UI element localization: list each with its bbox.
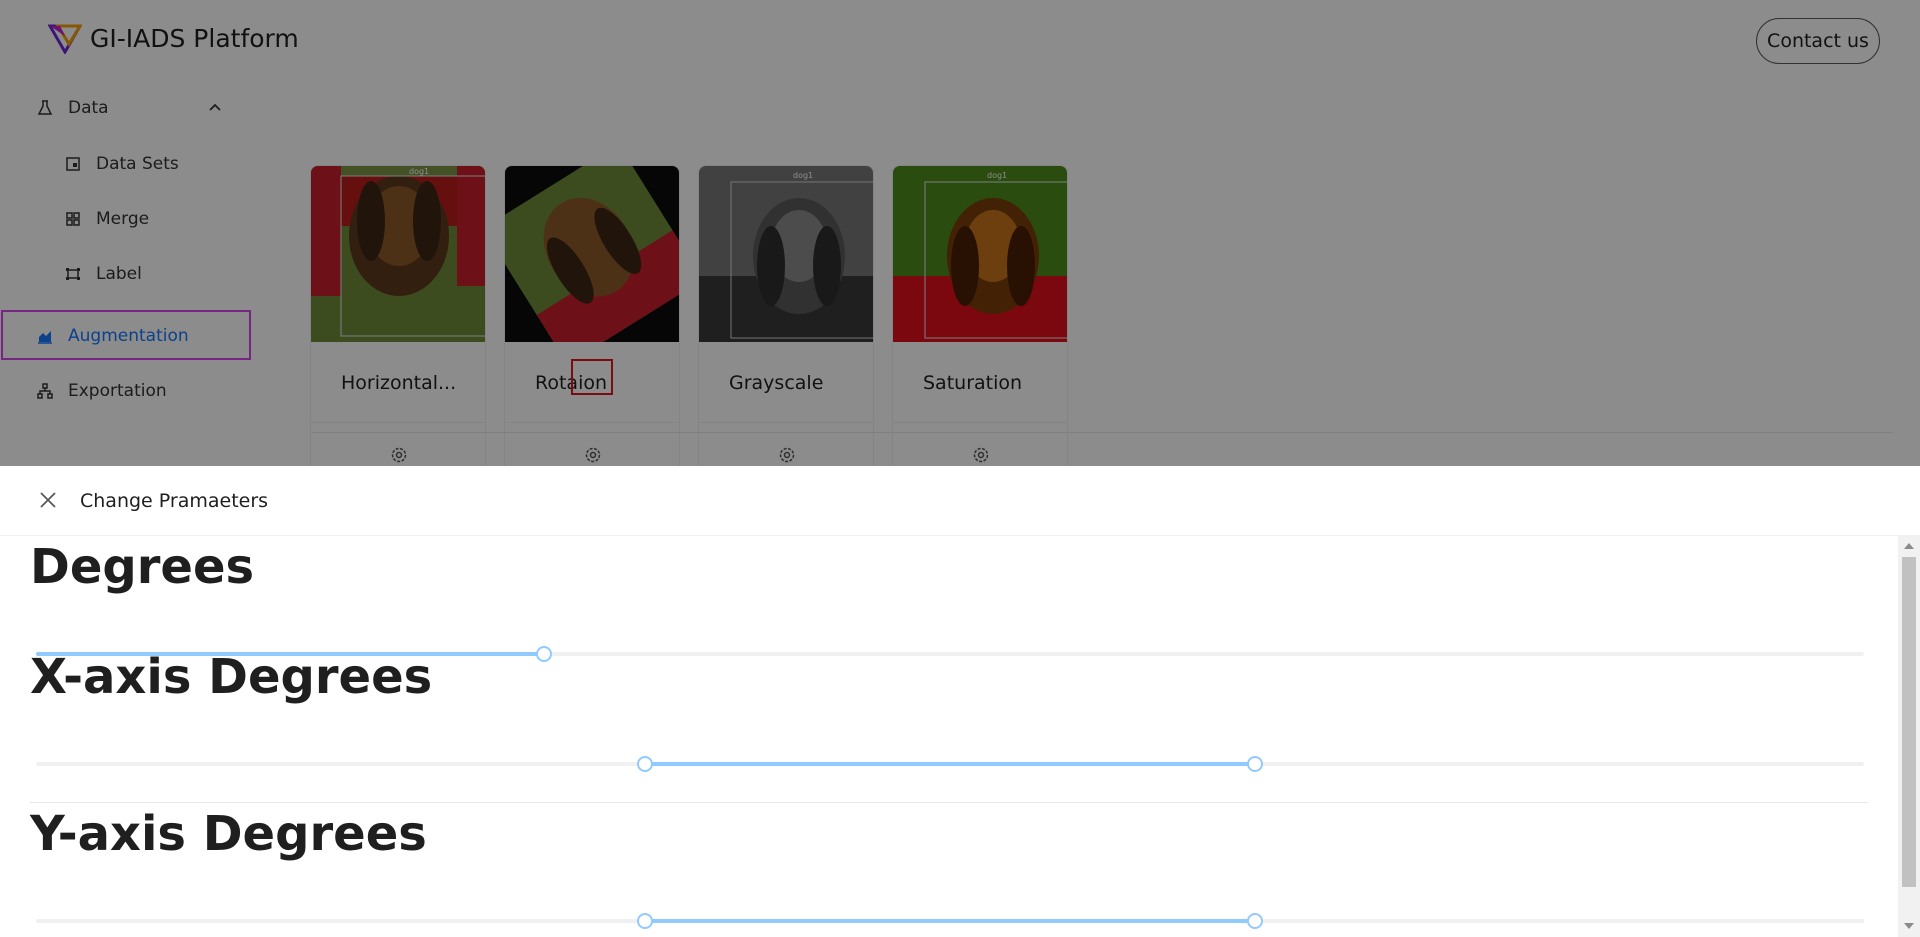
x-axis-degrees-range-slider[interactable] [36,756,1864,772]
y-axis-degrees-title: Y-axis Degrees [30,806,427,862]
slider-handle-end[interactable] [1247,756,1264,772]
y-axis-degrees-range-slider[interactable] [36,913,1864,929]
scrollbar-thumb[interactable] [1902,557,1916,887]
change-parameters-drawer: Change Pramaeters Degrees X-axis Degrees… [0,466,1920,937]
x-axis-degrees-title: X-axis Degrees [30,649,433,705]
slider-handle[interactable] [536,646,553,662]
slider-handle-end[interactable] [1247,913,1264,929]
drawer-body: Degrees X-axis Degrees Y-axis Degrees [0,537,1898,937]
scroll-down-arrow-icon[interactable] [1904,923,1914,929]
slider-handle-start[interactable] [636,756,653,772]
slider-handle-start[interactable] [636,913,653,929]
drawer-scrollbar[interactable] [1898,535,1920,937]
scroll-up-arrow-icon[interactable] [1904,543,1914,549]
drawer-title: Change Pramaeters [80,490,269,512]
slider-track [644,919,1256,923]
section-divider [30,802,1868,803]
drawer-backdrop-mask[interactable] [0,0,1920,466]
close-icon[interactable] [36,488,60,512]
degrees-title: Degrees [30,539,255,595]
drawer-header: Change Pramaeters [0,466,1920,536]
slider-track [644,762,1256,766]
